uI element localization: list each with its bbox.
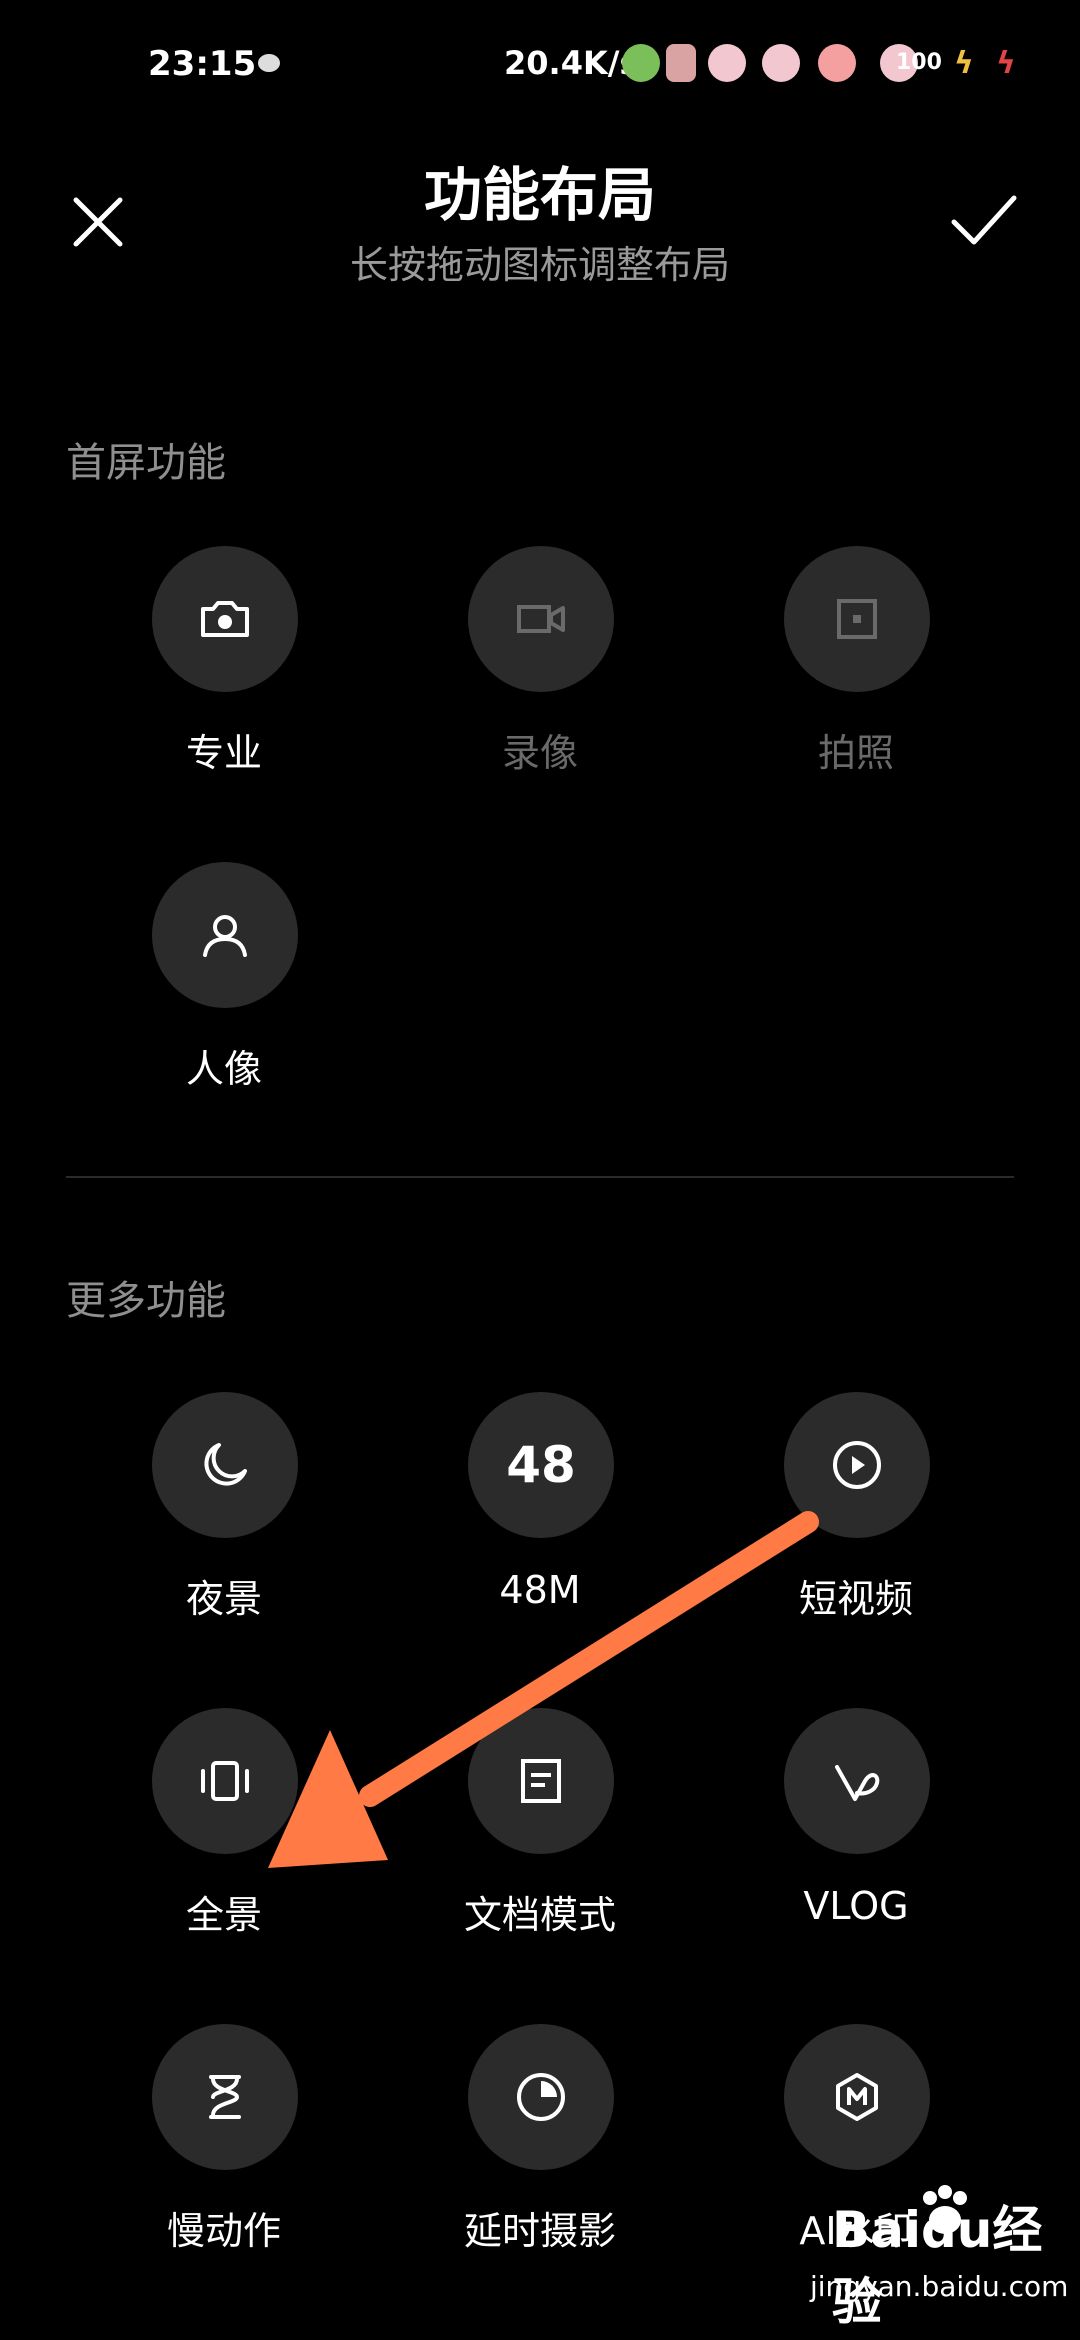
feature-night[interactable]: 夜景 [74,1392,374,1622]
feature-label: 48M [499,1568,581,1612]
watermark-logo: Baidu经验 [832,2201,1043,2331]
section-more-label: 更多功能 [66,1278,226,1324]
signal-icon [762,44,800,82]
feature-pro[interactable]: 专业 [74,546,374,776]
feature-label: 录像 [501,731,578,775]
panorama-icon [201,1761,249,1801]
feature-label: 延时摄影 [463,2209,616,2253]
check-icon [951,195,1017,245]
feature-photo[interactable]: 拍照 [706,546,1006,776]
confirm-button[interactable] [944,184,1024,256]
watermark-url: jingyan.baidu.com [810,2270,1069,2303]
wifi-icon [818,44,856,82]
feature-short-video[interactable]: 短视频 [706,1392,1006,1622]
feature-panorama[interactable]: 全景 [74,1708,374,1938]
camera-icon [201,601,249,637]
feature-label: 短视频 [798,1577,913,1621]
feature-document[interactable]: 文档模式 [390,1708,690,1938]
page-subtitle: 长按拖动图标调整布局 [349,243,730,287]
app-notification-icon [622,44,660,82]
signal-icon [708,44,746,82]
notification-icon [258,54,280,72]
feature-48m[interactable]: 48 48M [390,1392,690,1622]
watermark: Baidu经验 jingyan.baidu.com [790,2185,1070,2331]
timelapse-icon [517,2073,565,2121]
play-icon [833,1441,881,1489]
48-icon: 48 [506,1436,576,1494]
feature-label: 文档模式 [463,1893,616,1937]
app-notification-icon [666,44,696,82]
moon-icon [204,1443,247,1486]
hourglass-icon [209,2075,241,2119]
feature-vlog[interactable]: VLOG [706,1708,1006,1938]
feature-slow-motion[interactable]: 慢动作 [74,2024,374,2254]
feature-label: 专业 [185,731,262,775]
feature-label: 全景 [185,1893,262,1937]
feature-label: 夜景 [185,1577,262,1621]
document-icon [521,1759,561,1803]
feature-portrait[interactable]: 人像 [74,862,374,1092]
watermark-icon [836,2073,878,2121]
person-icon [203,915,247,957]
feature-video[interactable]: 录像 [390,546,690,776]
section-home-label: 首屏功能 [66,440,226,486]
feature-label: VLOG [803,1884,909,1928]
vlog-icon [835,1765,880,1801]
feature-label: 人像 [185,1047,262,1091]
video-icon [517,605,565,633]
feature-label: 慢动作 [166,2209,281,2253]
page-title: 功能布局 [423,161,656,229]
header: 功能布局 长按拖动图标调整布局 [0,130,1080,310]
network-speed: 20.4K/s [504,44,639,82]
photo-icon [837,599,877,639]
status-time: 23:15 [148,44,257,84]
section-divider [66,1176,1014,1178]
feature-timelapse[interactable]: 延时摄影 [390,2024,690,2254]
charging-icon: ϟ [954,46,974,81]
charging-icon: ϟ [996,46,1016,81]
feature-label: 拍照 [817,731,894,775]
status-bar: 23:15 20.4K/s 100 ϟ ϟ [0,0,1080,130]
battery-level: 100 [896,50,942,75]
annotation-arrow [268,1511,819,1868]
